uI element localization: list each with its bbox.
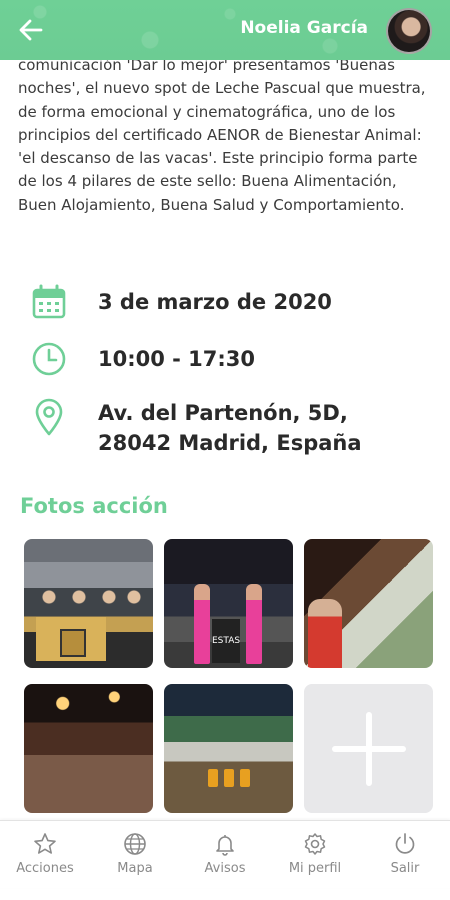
photo-thumbnail[interactable]: [24, 684, 153, 813]
plus-icon: [331, 711, 406, 786]
power-icon: [392, 831, 418, 857]
photo-person: [308, 599, 342, 668]
photo-thumbnail[interactable]: [164, 684, 293, 813]
star-icon: [32, 831, 58, 857]
photos-section-title: Fotos acción: [20, 494, 168, 518]
nav-label: Mi perfil: [288, 861, 342, 876]
add-photo-button[interactable]: [304, 684, 433, 813]
nav-item-mi-perfil[interactable]: Mi perfil: [275, 831, 355, 876]
event-description: comunicación 'Dar lo mejor' presentamos …: [18, 56, 426, 214]
event-address: Av. del Partenón, 5D, 28042 Madrid, Espa…: [98, 398, 362, 458]
user-name: Noelia García: [240, 18, 368, 38]
photo-sign: ESTAS: [212, 619, 240, 663]
photo-podium: [36, 617, 106, 661]
event-date-row: 3 de marzo de 2020: [30, 283, 430, 321]
gear-icon: [302, 831, 328, 857]
back-button[interactable]: [14, 14, 48, 46]
nav-item-acciones[interactable]: Acciones: [5, 831, 85, 876]
photo-glass: [224, 769, 234, 787]
nav-item-avisos[interactable]: Avisos: [185, 831, 265, 876]
nav-item-salir[interactable]: Salir: [365, 831, 445, 876]
event-date: 3 de marzo de 2020: [98, 290, 332, 314]
event-time: 10:00 - 17:30: [98, 347, 256, 371]
clock-icon: [30, 340, 68, 378]
address-line-2: 28042 Madrid, España: [98, 431, 362, 455]
event-time-row: 10:00 - 17:30: [30, 340, 430, 378]
bottom-nav: Acciones Mapa Avisos Mi perfil Salir: [0, 820, 450, 888]
nav-label: Avisos: [204, 861, 246, 876]
nav-label: Mapa: [117, 861, 153, 876]
event-address-row: Av. del Partenón, 5D, 28042 Madrid, Espa…: [30, 398, 430, 458]
globe-icon: [122, 831, 148, 857]
location-pin-icon: [30, 398, 68, 436]
photo-person: [194, 584, 210, 664]
address-line-1: Av. del Partenón, 5D,: [98, 401, 348, 425]
photo-people: [34, 589, 144, 619]
photo-thumbnail[interactable]: [24, 539, 153, 668]
photo-glass: [208, 769, 218, 787]
nav-label: Salir: [390, 861, 420, 876]
photo-glass: [240, 769, 250, 787]
nav-label: Acciones: [16, 861, 74, 876]
avatar[interactable]: [386, 8, 432, 54]
nav-item-mapa[interactable]: Mapa: [95, 831, 175, 876]
arrow-left-icon: [19, 19, 43, 41]
photo-thumbnail[interactable]: ESTAS: [164, 539, 293, 668]
bell-icon: [212, 831, 238, 857]
app-header: Noelia García: [0, 0, 450, 60]
calendar-icon: [30, 283, 68, 321]
photo-thumbnail[interactable]: [304, 539, 433, 668]
photo-person: [246, 584, 262, 664]
